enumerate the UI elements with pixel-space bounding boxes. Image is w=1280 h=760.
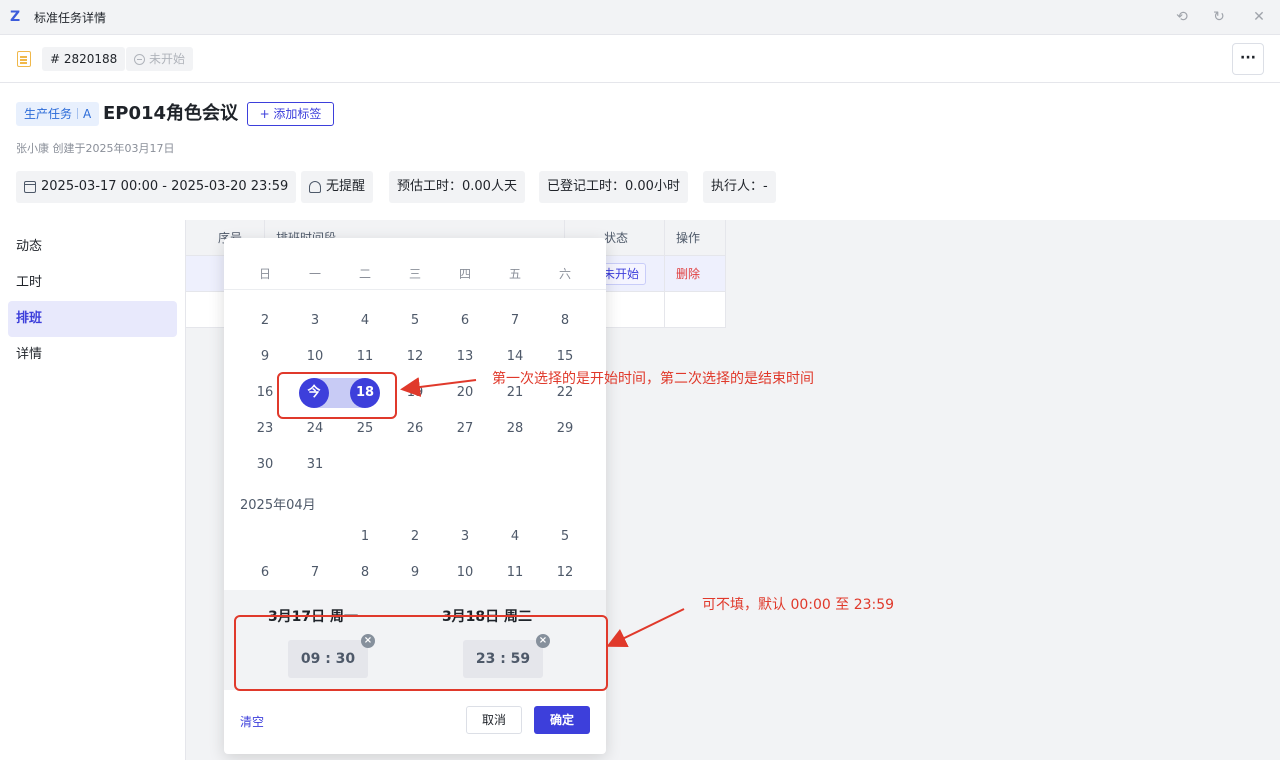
time-annotation-arrow: [606, 608, 685, 647]
annotation-arrows: [400, 377, 685, 647]
range-annotation-arrow: [400, 377, 477, 397]
